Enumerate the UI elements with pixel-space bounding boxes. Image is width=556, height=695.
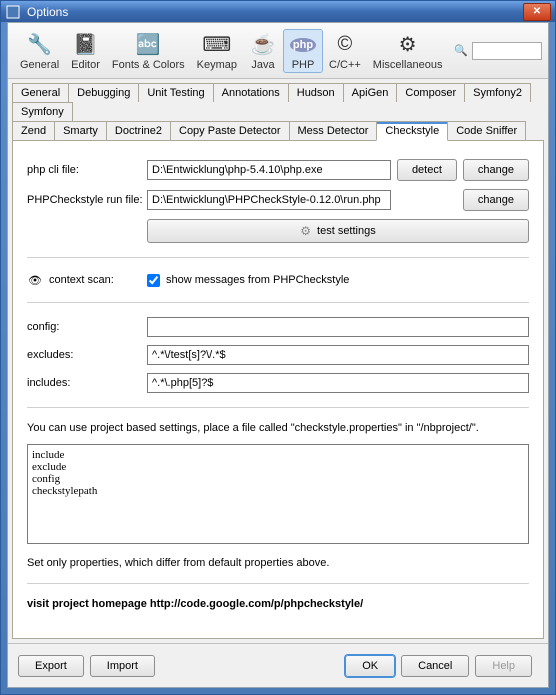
toolbar-keymap[interactable]: ⌨Keymap xyxy=(191,29,243,73)
php-cli-input[interactable] xyxy=(147,160,391,180)
toolbar-cpp[interactable]: ©C/C++ xyxy=(323,29,367,73)
tab-composer[interactable]: Composer xyxy=(396,83,465,102)
ok-button[interactable]: OK xyxy=(345,655,395,677)
keyboard-icon: ⌨ xyxy=(203,31,231,59)
fonts-icon: 🔤 xyxy=(134,31,162,59)
diff-note: Set only properties, which differ from d… xyxy=(27,557,529,569)
tab-mess-detector[interactable]: Mess Detector xyxy=(289,121,378,140)
php-icon: php xyxy=(289,31,317,59)
window-title: Options xyxy=(27,5,521,19)
change-button-2[interactable]: change xyxy=(463,189,529,211)
tab-annotations[interactable]: Annotations xyxy=(213,83,289,102)
toolbar-java[interactable]: ☕Java xyxy=(243,29,283,73)
cancel-button[interactable]: Cancel xyxy=(401,655,469,677)
editor-icon: 📓 xyxy=(72,31,100,59)
search-input[interactable] xyxy=(472,42,542,60)
tab-doctrine2[interactable]: Doctrine2 xyxy=(106,121,171,140)
show-messages-checkbox[interactable] xyxy=(147,274,160,287)
eye-icon: 👁 xyxy=(27,272,43,288)
toolbar-general[interactable]: 🔧General xyxy=(14,29,65,73)
config-label: config: xyxy=(27,321,147,333)
change-button-1[interactable]: change xyxy=(463,159,529,181)
tab-general[interactable]: General xyxy=(12,83,69,102)
titlebar[interactable]: Options ✕ xyxy=(1,1,555,22)
tab-hudson[interactable]: Hudson xyxy=(288,83,344,102)
tab-zend[interactable]: Zend xyxy=(12,121,55,140)
properties-textarea[interactable] xyxy=(27,444,529,544)
java-icon: ☕ xyxy=(249,31,277,59)
test-settings-button[interactable]: ⚙test settings xyxy=(147,219,529,243)
show-messages-label: show messages from PHPCheckstyle xyxy=(166,274,349,286)
tabs-row-1: General Debugging Unit Testing Annotatio… xyxy=(12,83,544,121)
run-file-input[interactable] xyxy=(147,190,391,210)
misc-icon: ⚙ xyxy=(394,31,422,59)
homepage-link[interactable]: visit project homepage http://code.googl… xyxy=(27,598,529,610)
wrench-icon: 🔧 xyxy=(26,31,54,59)
main-toolbar: 🔧General 📓Editor 🔤Fonts & Colors ⌨Keymap… xyxy=(8,23,548,79)
tab-symfony2[interactable]: Symfony2 xyxy=(464,83,531,102)
toolbar-editor[interactable]: 📓Editor xyxy=(65,29,106,73)
tab-smarty[interactable]: Smarty xyxy=(54,121,107,140)
tab-apigen[interactable]: ApiGen xyxy=(343,83,398,102)
excludes-label: excludes: xyxy=(27,349,147,361)
toolbar-fonts[interactable]: 🔤Fonts & Colors xyxy=(106,29,191,73)
checkstyle-panel: php cli file: detect change PHPCheckstyl… xyxy=(12,140,544,639)
content-area: 🔧General 📓Editor 🔤Fonts & Colors ⌨Keymap… xyxy=(7,22,549,688)
export-button[interactable]: Export xyxy=(18,655,84,677)
tab-debugging[interactable]: Debugging xyxy=(68,83,139,102)
tab-unit-testing[interactable]: Unit Testing xyxy=(138,83,213,102)
tab-code-sniffer[interactable]: Code Sniffer xyxy=(447,121,526,140)
cpp-icon: © xyxy=(331,31,359,59)
detect-button[interactable]: detect xyxy=(397,159,457,181)
config-input[interactable] xyxy=(147,317,529,337)
toolbar-php[interactable]: phpPHP xyxy=(283,29,323,73)
includes-label: includes: xyxy=(27,377,147,389)
tabs-container: General Debugging Unit Testing Annotatio… xyxy=(8,79,548,140)
tabs-row-2: Zend Smarty Doctrine2 Copy Paste Detecto… xyxy=(12,121,544,140)
svg-text:php: php xyxy=(293,39,313,51)
help-button[interactable]: Help xyxy=(475,655,532,677)
tab-copy-paste[interactable]: Copy Paste Detector xyxy=(170,121,290,140)
project-note: You can use project based settings, plac… xyxy=(27,422,529,434)
toolbar-misc[interactable]: ⚙Miscellaneous xyxy=(367,29,449,73)
search-icon: 🔍 xyxy=(454,44,468,57)
close-button[interactable]: ✕ xyxy=(523,3,551,21)
bottom-bar: Export Import OK Cancel Help xyxy=(8,643,548,687)
app-icon xyxy=(5,4,21,20)
tab-checkstyle[interactable]: Checkstyle xyxy=(376,121,448,141)
context-scan-label: 👁context scan: xyxy=(27,272,147,288)
options-window: Options ✕ 🔧General 📓Editor 🔤Fonts & Colo… xyxy=(0,0,556,695)
includes-input[interactable] xyxy=(147,373,529,393)
excludes-input[interactable] xyxy=(147,345,529,365)
php-cli-label: php cli file: xyxy=(27,164,147,176)
tab-symfony[interactable]: Symfony xyxy=(12,102,73,121)
run-file-label: PHPCheckstyle run file: xyxy=(27,194,147,206)
search-area: 🔍 xyxy=(454,42,542,60)
gear-icon: ⚙ xyxy=(300,224,311,238)
import-button[interactable]: Import xyxy=(90,655,155,677)
